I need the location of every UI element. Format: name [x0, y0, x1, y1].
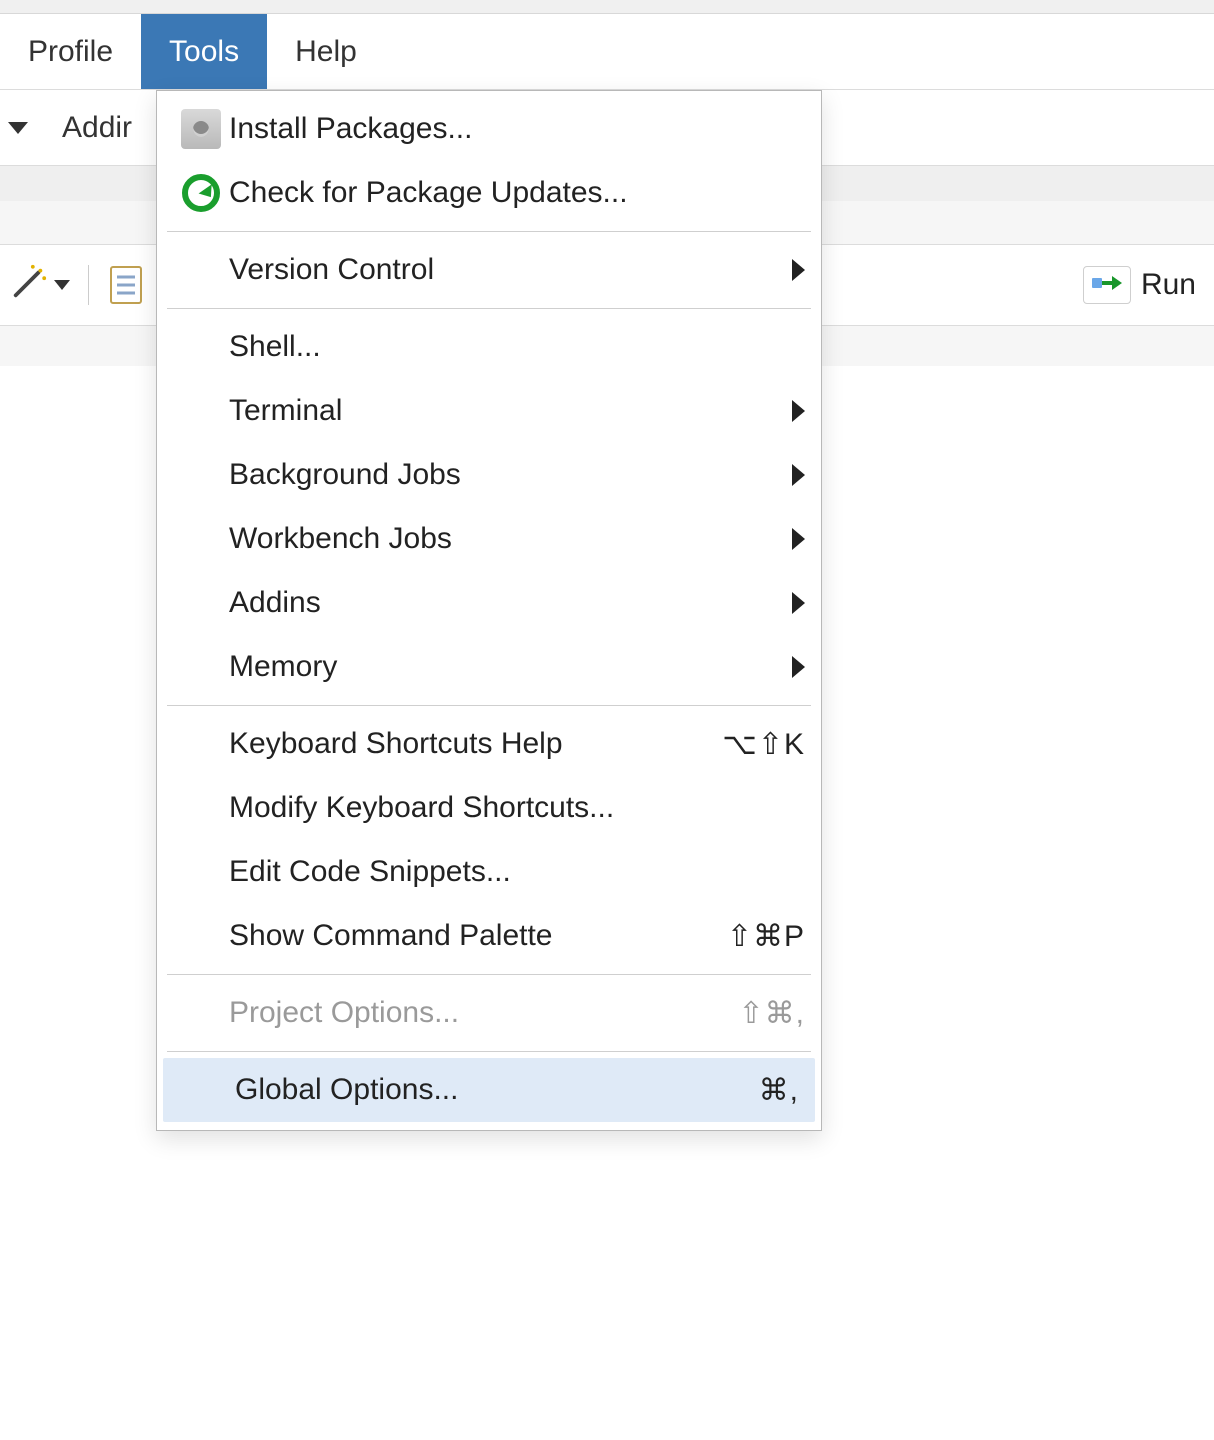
- package-update-icon: [173, 174, 229, 212]
- menu-command-palette[interactable]: Show Command Palette ⇧⌘P: [157, 904, 821, 968]
- run-button-label[interactable]: Run: [1141, 268, 1196, 302]
- menu-workbench-jobs-label: Workbench Jobs: [229, 522, 782, 556]
- menu-check-updates-label: Check for Package Updates...: [229, 176, 805, 210]
- menu-command-palette-shortcut: ⇧⌘P: [727, 919, 805, 954]
- menu-modify-shortcuts-label: Modify Keyboard Shortcuts...: [229, 791, 805, 825]
- menu-help-label: Help: [295, 35, 357, 69]
- menu-terminal[interactable]: Terminal: [157, 379, 821, 443]
- wand-dropdown-caret-icon[interactable]: [54, 280, 70, 290]
- menu-command-palette-label: Show Command Palette: [229, 919, 715, 953]
- menu-terminal-label: Terminal: [229, 394, 782, 428]
- menu-memory[interactable]: Memory: [157, 635, 821, 699]
- menu-memory-label: Memory: [229, 650, 782, 684]
- menu-separator: [167, 308, 811, 309]
- chevron-right-icon: [792, 528, 805, 550]
- package-install-icon: [173, 109, 229, 149]
- wand-icon[interactable]: [10, 263, 48, 308]
- menu-workbench-jobs[interactable]: Workbench Jobs: [157, 507, 821, 571]
- menu-keyboard-shortcuts-help[interactable]: Keyboard Shortcuts Help ⌥⇧K: [157, 712, 821, 776]
- menu-addins[interactable]: Addins: [157, 571, 821, 635]
- menu-shell-label: Shell...: [229, 330, 805, 364]
- menu-edit-snippets-label: Edit Code Snippets...: [229, 855, 805, 889]
- outline-icon[interactable]: [107, 265, 145, 305]
- menu-edit-snippets[interactable]: Edit Code Snippets...: [157, 840, 821, 904]
- main-menubar: Profile Tools Help: [0, 14, 1214, 90]
- run-button[interactable]: [1083, 266, 1131, 304]
- menu-version-control-label: Version Control: [229, 253, 782, 287]
- window-top-strip: [0, 0, 1214, 14]
- menu-background-jobs-label: Background Jobs: [229, 458, 782, 492]
- menu-keyboard-shortcuts-help-shortcut: ⌥⇧K: [722, 727, 805, 762]
- menu-check-updates[interactable]: Check for Package Updates...: [157, 161, 821, 225]
- menu-install-packages-label: Install Packages...: [229, 112, 805, 146]
- menu-help[interactable]: Help: [267, 14, 385, 89]
- menu-separator: [167, 705, 811, 706]
- menu-tools[interactable]: Tools: [141, 14, 267, 89]
- menu-separator: [167, 1051, 811, 1052]
- menu-project-options: Project Options... ⇧⌘,: [157, 981, 821, 1045]
- menu-modify-shortcuts[interactable]: Modify Keyboard Shortcuts...: [157, 776, 821, 840]
- menu-addins-label: Addins: [229, 586, 782, 620]
- toolbar-separator: [88, 265, 89, 305]
- chevron-right-icon: [792, 259, 805, 281]
- menu-project-options-label: Project Options...: [229, 996, 727, 1030]
- addins-toolbar-label[interactable]: Addir: [62, 111, 132, 145]
- chevron-right-icon: [792, 592, 805, 614]
- menu-project-options-shortcut: ⇧⌘,: [739, 996, 805, 1031]
- menu-tools-label: Tools: [169, 35, 239, 69]
- menu-global-options[interactable]: Global Options... ⌘,: [163, 1058, 815, 1122]
- menu-version-control[interactable]: Version Control: [157, 238, 821, 302]
- chevron-right-icon: [792, 464, 805, 486]
- menu-separator: [167, 974, 811, 975]
- menu-background-jobs[interactable]: Background Jobs: [157, 443, 821, 507]
- menu-shell[interactable]: Shell...: [157, 315, 821, 379]
- menu-profile-label: Profile: [28, 35, 113, 69]
- menu-global-options-shortcut: ⌘,: [759, 1073, 799, 1108]
- run-arrow-icon: [1092, 269, 1122, 301]
- menu-global-options-label: Global Options...: [235, 1073, 747, 1107]
- chevron-right-icon: [792, 400, 805, 422]
- tools-dropdown: Install Packages... Check for Package Up…: [156, 90, 822, 1131]
- run-button-group: Run: [1083, 266, 1196, 304]
- dropdown-caret-icon[interactable]: [8, 122, 28, 134]
- menu-profile[interactable]: Profile: [0, 14, 141, 89]
- menu-keyboard-shortcuts-help-label: Keyboard Shortcuts Help: [229, 727, 710, 761]
- chevron-right-icon: [792, 656, 805, 678]
- menu-separator: [167, 231, 811, 232]
- menu-install-packages[interactable]: Install Packages...: [157, 97, 821, 161]
